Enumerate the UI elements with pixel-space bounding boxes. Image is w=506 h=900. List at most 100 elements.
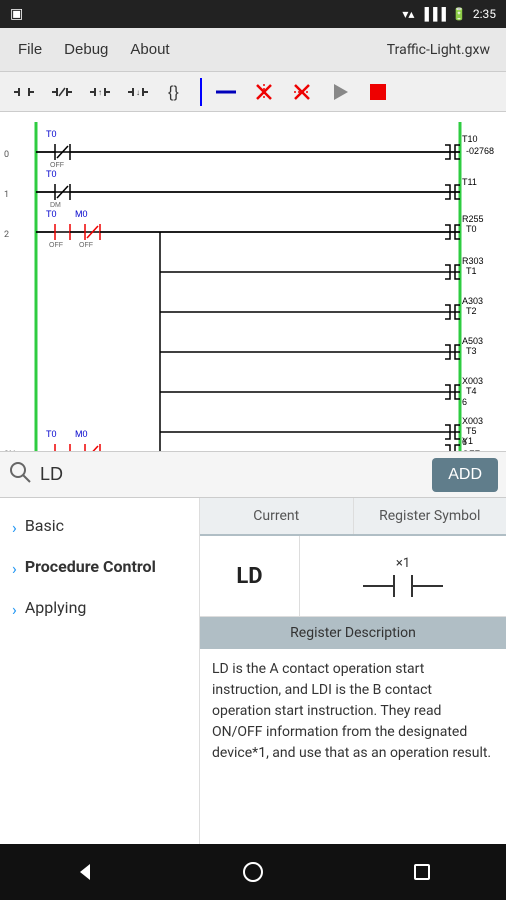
- time-display: 2:35: [473, 7, 496, 21]
- about-menu[interactable]: About: [120, 37, 179, 62]
- svg-text:T4: T4: [466, 386, 477, 396]
- svg-text:R303: R303: [462, 256, 484, 266]
- horizontal-line-button[interactable]: [210, 76, 242, 108]
- svg-text:3N: 3N: [4, 450, 15, 452]
- svg-text:T11: T11: [462, 177, 477, 187]
- stop-icon: [366, 80, 390, 104]
- register-description-header: Register Description: [200, 617, 506, 649]
- sidebar-applying-label: Applying: [25, 598, 87, 619]
- home-icon: [241, 860, 265, 884]
- debug-menu[interactable]: Debug: [54, 37, 118, 62]
- svg-text:T0: T0: [46, 129, 57, 139]
- svg-text:T0: T0: [466, 224, 477, 234]
- symbol-row: LD ×1: [200, 536, 506, 617]
- add-button[interactable]: ADD: [432, 458, 498, 492]
- delete-horizontal-button[interactable]: [286, 76, 318, 108]
- svg-text:A503: A503: [462, 336, 483, 346]
- svg-text:{}: {}: [168, 84, 179, 101]
- svg-text:↑: ↑: [98, 88, 102, 97]
- recents-icon: [410, 860, 434, 884]
- menu-bar: File Debug About Traffic-Light.gxw: [0, 28, 506, 72]
- delete-vertical-button[interactable]: [248, 76, 280, 108]
- normally-closed-contact-button[interactable]: [46, 76, 78, 108]
- normally-open-contact-button[interactable]: [8, 76, 40, 108]
- register-description-text: LD is the A contact operation start inst…: [200, 649, 506, 774]
- recents-button[interactable]: [392, 844, 452, 900]
- svg-text:T2: T2: [466, 306, 477, 316]
- positive-transition-button[interactable]: ↑: [84, 76, 116, 108]
- register-symbol-column-header: Register Symbol: [354, 498, 506, 534]
- svg-text:T0: T0: [46, 429, 57, 439]
- svg-text:T1: T1: [466, 266, 477, 276]
- app-instruction-button[interactable]: {}: [160, 76, 192, 108]
- horizontal-line-icon: [214, 80, 238, 104]
- register-panel: Current Register Symbol LD ×1 Register D…: [200, 498, 506, 844]
- svg-text:T10: T10: [462, 134, 478, 144]
- svg-text:1: 1: [4, 190, 9, 200]
- chevron-right-icon-2: ›: [12, 559, 17, 578]
- app-instruction-icon: {}: [164, 80, 188, 104]
- sidebar-item-procedure-control[interactable]: › Procedure Control: [0, 547, 199, 588]
- current-column-header: Current: [200, 498, 354, 534]
- android-icon: ▣: [10, 6, 23, 22]
- current-instruction: LD: [200, 536, 300, 616]
- run-button[interactable]: [324, 76, 356, 108]
- svg-text:T0: T0: [46, 169, 57, 179]
- home-button[interactable]: [223, 844, 283, 900]
- svg-text:0: 0: [4, 150, 9, 160]
- navigation-bar: [0, 844, 506, 900]
- search-input[interactable]: LD: [40, 464, 424, 485]
- run-icon: [328, 80, 352, 104]
- delete-horizontal-icon: [290, 80, 314, 104]
- svg-text:Y1: Y1: [462, 436, 473, 446]
- svg-text:X003: X003: [462, 376, 483, 386]
- search-bar: LD ADD: [0, 452, 506, 498]
- search-icon: [8, 460, 32, 489]
- left-bar: [393, 575, 395, 597]
- normally-closed-icon: [50, 80, 74, 104]
- svg-text:M0: M0: [75, 429, 88, 439]
- sidebar-item-basic[interactable]: › Basic: [0, 506, 199, 547]
- svg-text:M0: M0: [75, 209, 88, 219]
- svg-text:↓: ↓: [136, 88, 140, 97]
- delete-vertical-icon: [252, 80, 276, 104]
- signal-icon: ▐▐▐: [420, 7, 446, 21]
- back-button[interactable]: [54, 844, 114, 900]
- stop-button[interactable]: [362, 76, 394, 108]
- chevron-right-icon-3: ›: [12, 600, 17, 619]
- svg-text:T3: T3: [466, 346, 477, 356]
- symbol-display: ×1: [300, 536, 506, 616]
- sidebar-basic-label: Basic: [25, 516, 64, 537]
- left-sidebar: › Basic › Procedure Control › Applying: [0, 498, 200, 844]
- file-menu[interactable]: File: [8, 37, 52, 62]
- ladder-diagram: 0 T0 OFF T10 -02768 1 T0 DM T11 2: [0, 112, 506, 452]
- right-contact-line: [413, 585, 443, 587]
- symbol-x1-label: ×1: [396, 556, 410, 571]
- bottom-panel: › Basic › Procedure Control › Applying C…: [0, 498, 506, 844]
- svg-text:OFF: OFF: [49, 242, 63, 249]
- normally-open-icon: [12, 80, 36, 104]
- svg-text:6: 6: [462, 397, 467, 407]
- svg-text:A303: A303: [462, 296, 483, 306]
- negative-transition-button[interactable]: ↓: [122, 76, 154, 108]
- svg-text:T5: T5: [466, 426, 477, 436]
- chevron-right-icon: ›: [12, 518, 17, 537]
- file-title: Traffic-Light.gxw: [387, 42, 498, 58]
- status-right-icons: ▾▴ ▐▐▐ 🔋 2:35: [402, 7, 496, 21]
- toolbar: ↑ ↓ {}: [0, 72, 506, 112]
- left-contact-line: [363, 585, 393, 587]
- svg-text:T0: T0: [46, 209, 57, 219]
- svg-text:2: 2: [4, 230, 9, 240]
- wifi-icon: ▾▴: [402, 7, 414, 21]
- svg-text:OFF: OFF: [79, 242, 93, 249]
- sidebar-item-applying[interactable]: › Applying: [0, 588, 199, 629]
- positive-transition-icon: ↑: [88, 80, 112, 104]
- svg-text:DM: DM: [50, 202, 61, 209]
- battery-icon: 🔋: [452, 7, 467, 21]
- status-left-icons: ▣: [10, 6, 23, 22]
- svg-text:R255: R255: [462, 214, 484, 224]
- status-bar: ▣ ▾▴ ▐▐▐ 🔋 2:35: [0, 0, 506, 28]
- toolbar-divider: [200, 78, 202, 106]
- sidebar-procedure-label: Procedure Control: [25, 557, 156, 578]
- svg-text:-02768: -02768: [466, 146, 494, 156]
